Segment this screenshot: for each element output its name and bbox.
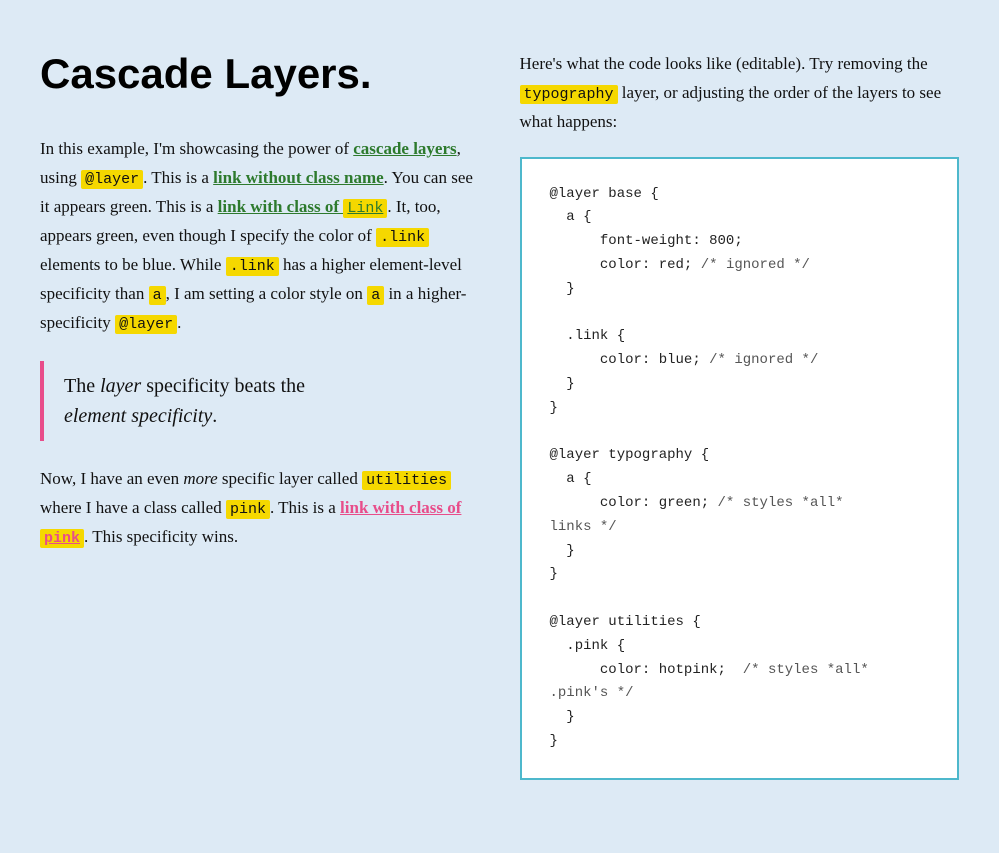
code-editor[interactable]: @layer base { a { font-weight: 800; colo… [520, 157, 960, 780]
right-column: Here's what the code looks like (editabl… [520, 40, 960, 780]
link-with-class-of-link[interactable]: link with class of Link [218, 197, 388, 216]
left-column: Cascade Layers. In this example, I'm sho… [40, 40, 480, 780]
a-badge-2: a [367, 286, 384, 305]
now-text: Now, I have an even more specific layer … [40, 469, 362, 488]
intro-text-start: In this example, I'm showcasing the powe… [40, 139, 353, 158]
link-badge-3: .link [226, 257, 279, 276]
where-text: where I have a class called [40, 498, 226, 517]
pink-highlight: pink [40, 529, 84, 548]
link-badge-inline: Link [343, 199, 387, 218]
blockquote: The layer specificity beats the element … [40, 361, 480, 441]
pink-badge: pink [226, 500, 270, 519]
layer-badge-2: @layer [115, 315, 177, 334]
utilities-paragraph: Now, I have an even more specific layer … [40, 465, 480, 552]
utilities-badge: utilities [362, 471, 451, 490]
page-title: Cascade Layers. [40, 40, 480, 107]
code-line-1: @layer base { a { font-weight: 800; colo… [550, 186, 869, 749]
right-description: Here's what the code looks like (editabl… [520, 50, 960, 137]
layer-badge-1: @layer [81, 170, 143, 189]
typography-badge: typography [520, 85, 618, 104]
layer-em: layer [100, 375, 141, 397]
page-layout: Cascade Layers. In this example, I'm sho… [40, 40, 959, 780]
blockquote-text: The layer specificity beats the element … [64, 371, 460, 431]
intro-paragraph: In this example, I'm showcasing the powe… [40, 135, 480, 337]
desc-start: Here's what the code looks like (editabl… [520, 54, 928, 73]
more-em: more [183, 469, 217, 488]
cascade-layers-link[interactable]: cascade layers [353, 139, 456, 158]
element-specificity-em: element specificity [64, 405, 212, 427]
link-badge-2: .link [376, 228, 429, 247]
this-spec: . This specificity wins. [84, 527, 238, 546]
this-is-a-2: . This is a [270, 498, 340, 517]
link-no-class[interactable]: link without class name [213, 168, 384, 187]
this-is-a: . This is a link without class name. You… [40, 168, 473, 331]
a-badge-1: a [149, 286, 166, 305]
